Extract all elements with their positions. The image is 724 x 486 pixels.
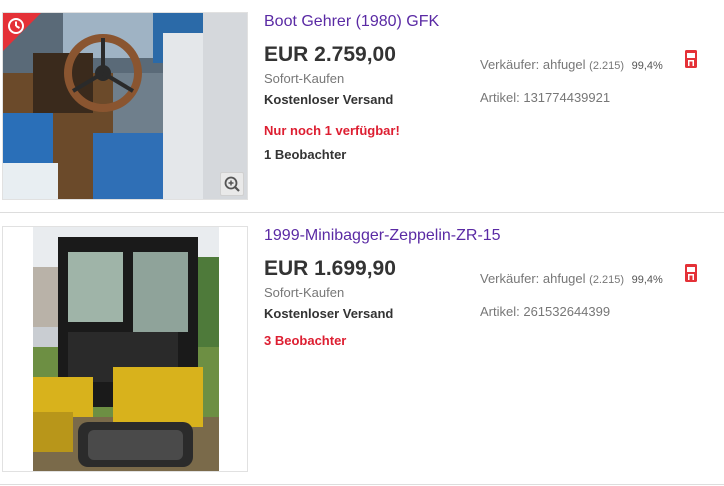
listing-item: Boot Gehrer (1980) GFK EUR 2.759,00 Sofo… bbox=[0, 0, 724, 212]
seller-info: Verkäufer: ahfugel (2.215) 99,4% bbox=[480, 271, 663, 286]
watchers-count: 3 Beobachter bbox=[264, 333, 347, 348]
zoom-in-icon bbox=[224, 176, 240, 192]
item-number: Artikel: 131774439921 bbox=[480, 90, 611, 105]
seller-feedback-percent: 99,4% bbox=[631, 60, 663, 72]
seller-feedback-count: (2.215) bbox=[589, 274, 625, 286]
seller-feedback-count: (2.215) bbox=[589, 60, 625, 72]
listing-title-link[interactable]: Boot Gehrer (1980) GFK bbox=[264, 13, 439, 31]
seller-name: Verkäufer: ahfugel bbox=[480, 271, 586, 286]
listing-image[interactable] bbox=[2, 12, 248, 200]
seller-feedback-percent: 99,4% bbox=[631, 274, 663, 286]
zoom-button[interactable] bbox=[220, 172, 244, 196]
item-number: Artikel: 261532644399 bbox=[480, 304, 611, 319]
listing-price: EUR 2.759,00 bbox=[264, 43, 396, 66]
seller-info: Verkäufer: ahfugel (2.215) 99,4% bbox=[480, 57, 663, 72]
listing-divider bbox=[0, 212, 724, 213]
listing-shipping: Kostenloser Versand bbox=[264, 92, 394, 107]
listing-price: EUR 1.699,90 bbox=[264, 257, 396, 280]
listing-divider bbox=[0, 484, 724, 485]
listing-item: 1999-Minibagger-Zeppelin-ZR-15 EUR 1.699… bbox=[0, 214, 724, 482]
listing-title-link[interactable]: 1999-Minibagger-Zeppelin-ZR-15 bbox=[264, 227, 501, 245]
seller-name: Verkäufer: ahfugel bbox=[480, 57, 586, 72]
listing-format: Sofort-Kaufen bbox=[264, 285, 345, 300]
shop-icon[interactable] bbox=[684, 263, 698, 283]
availability-text: Nur noch 1 verfügbar! bbox=[264, 123, 400, 138]
clock-icon bbox=[3, 13, 41, 51]
listing-image[interactable] bbox=[2, 226, 248, 472]
listing-format: Sofort-Kaufen bbox=[264, 71, 345, 86]
excavator-photo bbox=[3, 227, 247, 471]
shop-icon[interactable] bbox=[684, 49, 698, 69]
listing-shipping: Kostenloser Versand bbox=[264, 306, 394, 321]
watchers-count: 1 Beobachter bbox=[264, 147, 347, 162]
